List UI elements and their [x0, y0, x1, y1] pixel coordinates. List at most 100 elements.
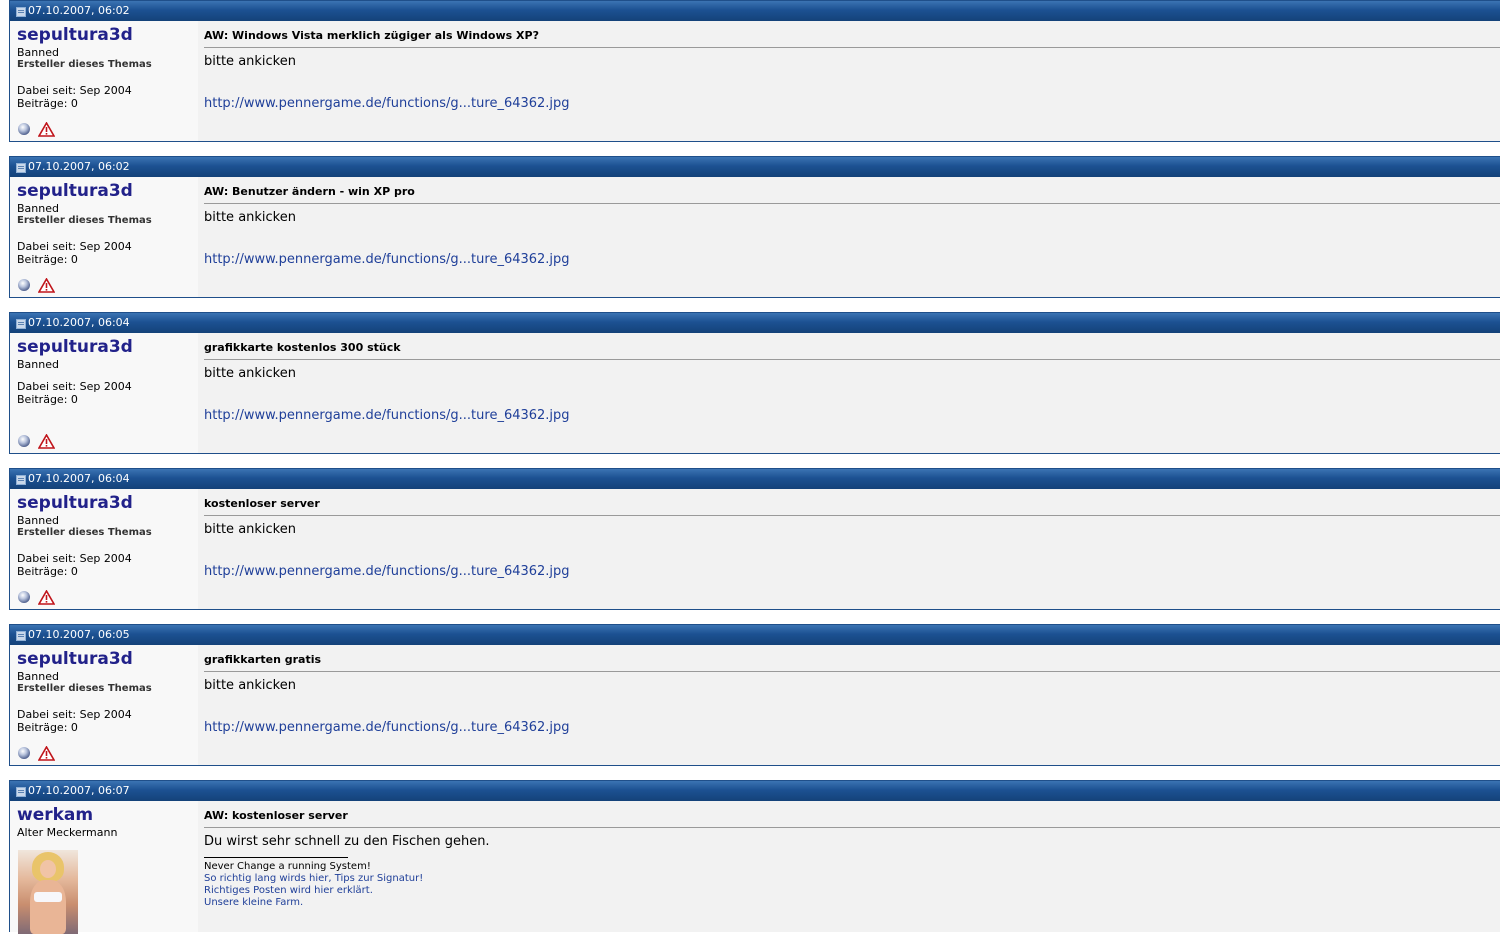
- post-count: Beiträge: 0: [17, 97, 78, 110]
- post-document-icon: [16, 163, 26, 173]
- username-link[interactable]: sepultura3d: [17, 649, 133, 669]
- post-date: 07.10.2007, 06:04: [28, 316, 130, 329]
- post: 07.10.2007, 06:02 sepultura3d Banned Ers…: [9, 156, 1500, 298]
- post-text: bitte ankicken: [204, 522, 296, 537]
- message-area: AW: kostenloser server Du wirst sehr sch…: [198, 801, 1500, 932]
- title-divider: [204, 47, 1500, 48]
- post-document-icon: [16, 475, 26, 485]
- post-count: Beiträge: 0: [17, 721, 78, 734]
- username-link[interactable]: sepultura3d: [17, 493, 133, 513]
- post: 07.10.2007, 06:07 werkam Alter Meckerman…: [9, 780, 1500, 934]
- report-warning-icon[interactable]: [38, 434, 55, 449]
- post-text: bitte ankicken: [204, 54, 296, 69]
- user-info: sepultura3d Banned Dabei seit: Sep 2004 …: [10, 333, 198, 453]
- user-rank: Banned: [17, 514, 59, 527]
- username-link[interactable]: sepultura3d: [17, 181, 133, 201]
- post-document-icon: [16, 319, 26, 329]
- message-area: grafikkarte kostenlos 300 stück bitte an…: [198, 333, 1500, 453]
- title-divider: [204, 515, 1500, 516]
- avatar[interactable]: [18, 850, 78, 934]
- post-document-icon: [16, 7, 26, 17]
- post: 07.10.2007, 06:04 sepultura3d Banned Ers…: [9, 468, 1500, 610]
- post-body: werkam Alter Meckermann AW: kostenloser …: [10, 801, 1500, 934]
- username-link[interactable]: sepultura3d: [17, 337, 133, 357]
- image-link[interactable]: http://www.pennergame.de/functions/g...t…: [204, 720, 570, 735]
- post-header: 07.10.2007, 06:04: [10, 469, 1500, 489]
- title-divider: [204, 203, 1500, 204]
- post-document-icon: [16, 787, 26, 797]
- post-title: AW: Benutzer ändern - win XP pro: [204, 185, 415, 198]
- signature: Never Change a running System! So richti…: [204, 861, 423, 909]
- post-header: 07.10.2007, 06:07: [10, 781, 1500, 801]
- username-link[interactable]: sepultura3d: [17, 25, 133, 45]
- post-title: AW: kostenloser server: [204, 809, 348, 822]
- offline-status-icon: [18, 591, 30, 603]
- user-rank: Banned: [17, 202, 59, 215]
- image-link[interactable]: http://www.pennergame.de/functions/g...t…: [204, 408, 570, 423]
- image-link[interactable]: http://www.pennergame.de/functions/g...t…: [204, 252, 570, 267]
- report-warning-icon[interactable]: [38, 590, 55, 605]
- post-document-icon: [16, 631, 26, 641]
- post-body: sepultura3d Banned Ersteller dieses Them…: [10, 177, 1500, 297]
- thread-starter-label: Ersteller dieses Themas: [17, 683, 152, 694]
- signature-link-posting[interactable]: Richtiges Posten wird hier erklärt.: [204, 885, 423, 897]
- post-header: 07.10.2007, 06:02: [10, 1, 1500, 21]
- username-link[interactable]: werkam: [17, 805, 93, 825]
- title-divider: [204, 827, 1500, 828]
- offline-status-icon: [18, 747, 30, 759]
- user-info: werkam Alter Meckermann: [10, 801, 198, 934]
- thread-starter-label: Ersteller dieses Themas: [17, 59, 152, 70]
- post-date: 07.10.2007, 06:04: [28, 472, 130, 485]
- post-title: AW: Windows Vista merklich zügiger als W…: [204, 29, 539, 42]
- image-link[interactable]: http://www.pennergame.de/functions/g...t…: [204, 564, 570, 579]
- post-body: sepultura3d Banned Ersteller dieses Them…: [10, 645, 1500, 765]
- user-rank: Banned: [17, 358, 59, 371]
- user-info: sepultura3d Banned Ersteller dieses Them…: [10, 21, 198, 141]
- post-date: 07.10.2007, 06:07: [28, 784, 130, 797]
- user-info: sepultura3d Banned Ersteller dieses Them…: [10, 645, 198, 765]
- thread-starter-label: Ersteller dieses Themas: [17, 527, 152, 538]
- user-info: sepultura3d Banned Ersteller dieses Them…: [10, 489, 198, 609]
- signature-divider: [204, 857, 348, 858]
- post-text: Du wirst sehr schnell zu den Fischen geh…: [204, 834, 490, 849]
- post-title: kostenloser server: [204, 497, 320, 510]
- offline-status-icon: [18, 279, 30, 291]
- post-title: grafikkarte kostenlos 300 stück: [204, 341, 401, 354]
- avatar-face: [40, 860, 56, 878]
- post-count: Beiträge: 0: [17, 393, 78, 406]
- post-count: Beiträge: 0: [17, 565, 78, 578]
- title-divider: [204, 359, 1500, 360]
- join-date: Dabei seit: Sep 2004: [17, 708, 132, 721]
- signature-link-tips[interactable]: So richtig lang wirds hier, Tips zur Sig…: [204, 873, 423, 885]
- post-text: bitte ankicken: [204, 210, 296, 225]
- post: 07.10.2007, 06:05 sepultura3d Banned Ers…: [9, 624, 1500, 766]
- post-header: 07.10.2007, 06:02: [10, 157, 1500, 177]
- join-date: Dabei seit: Sep 2004: [17, 84, 132, 97]
- report-warning-icon[interactable]: [38, 122, 55, 137]
- avatar-body: [30, 880, 66, 934]
- title-divider: [204, 671, 1500, 672]
- post-count: Beiträge: 0: [17, 253, 78, 266]
- post-text: bitte ankicken: [204, 366, 296, 381]
- post-date: 07.10.2007, 06:02: [28, 160, 130, 173]
- message-area: kostenloser server bitte ankicken http:/…: [198, 489, 1500, 609]
- post-body: sepultura3d Banned Ersteller dieses Them…: [10, 489, 1500, 609]
- post-body: sepultura3d Banned Ersteller dieses Them…: [10, 21, 1500, 141]
- report-warning-icon[interactable]: [38, 746, 55, 761]
- post-date: 07.10.2007, 06:02: [28, 4, 130, 17]
- post-body: sepultura3d Banned Dabei seit: Sep 2004 …: [10, 333, 1500, 453]
- user-rank: Banned: [17, 46, 59, 59]
- image-link[interactable]: http://www.pennergame.de/functions/g...t…: [204, 96, 570, 111]
- signature-link-farm[interactable]: Unsere kleine Farm.: [204, 897, 423, 909]
- message-area: grafikkarten gratis bitte ankicken http:…: [198, 645, 1500, 765]
- signature-text: Never Change a running System!: [204, 861, 371, 872]
- join-date: Dabei seit: Sep 2004: [17, 240, 132, 253]
- user-info: sepultura3d Banned Ersteller dieses Them…: [10, 177, 198, 297]
- post: 07.10.2007, 06:02 sepultura3d Banned Ers…: [9, 0, 1500, 142]
- post-date: 07.10.2007, 06:05: [28, 628, 130, 641]
- post-text: bitte ankicken: [204, 678, 296, 693]
- post-title: grafikkarten gratis: [204, 653, 322, 666]
- report-warning-icon[interactable]: [38, 278, 55, 293]
- message-area: AW: Windows Vista merklich zügiger als W…: [198, 21, 1500, 141]
- offline-status-icon: [18, 123, 30, 135]
